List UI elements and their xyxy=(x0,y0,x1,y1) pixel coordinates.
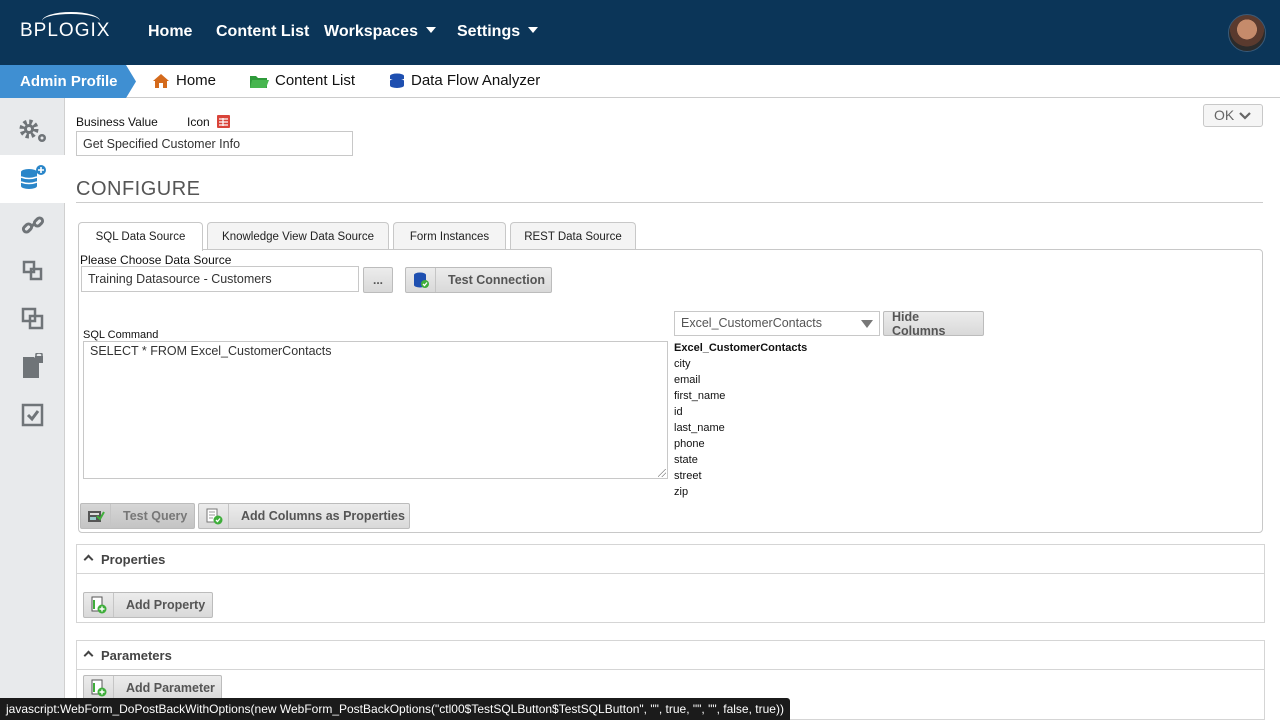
nav-settings[interactable]: Settings xyxy=(457,23,539,41)
sql-command-text: SELECT * FROM Excel_CustomerContacts xyxy=(90,344,332,358)
parameters-header[interactable]: Parameters xyxy=(77,641,1264,670)
nav-settings-label: Settings xyxy=(457,23,521,40)
database-check-icon xyxy=(406,268,436,292)
page-title: CONFIGURE xyxy=(76,178,201,200)
link-icon xyxy=(21,216,44,234)
subnav-content-list-label: Content List xyxy=(275,72,356,89)
tab-rest-data-source[interactable]: REST Data Source xyxy=(510,222,636,250)
bplogix-logo[interactable]: BPLOGIX xyxy=(20,12,110,42)
tab-sql-data-source[interactable]: SQL Data Source xyxy=(78,222,203,251)
admin-profile-tab[interactable]: Admin Profile xyxy=(0,65,136,98)
rail-locked-files[interactable] xyxy=(0,343,65,391)
database-icon xyxy=(390,73,404,88)
hide-columns-button[interactable]: Hide Columns xyxy=(883,310,984,338)
nav-content-list[interactable]: Content List xyxy=(216,23,309,41)
rail-checklist[interactable] xyxy=(0,391,65,439)
left-rail xyxy=(0,98,66,720)
section-divider xyxy=(76,202,1263,203)
home-icon xyxy=(153,73,169,88)
test-query-label: Test Query xyxy=(123,509,188,523)
column-list: Excel_CustomerContacts city email first_… xyxy=(674,340,807,500)
test-connection-label: Test Connection xyxy=(448,273,545,287)
column-item: state xyxy=(674,454,698,466)
database-add-icon xyxy=(20,165,46,189)
properties-title: Properties xyxy=(101,551,166,567)
test-query-button[interactable]: Test Query xyxy=(80,503,195,529)
sql-command-label: SQL Command xyxy=(83,329,159,341)
subnav-content-list[interactable]: Content List xyxy=(249,72,355,89)
table-select-value: Excel_CustomerContacts xyxy=(681,316,823,330)
business-value-label: Business Value xyxy=(76,115,158,129)
chevron-down-icon xyxy=(1239,112,1251,120)
properties-section: Properties xyxy=(76,544,1265,623)
rail-links[interactable] xyxy=(0,201,65,249)
chevron-down-icon xyxy=(425,27,436,33)
chevron-up-icon xyxy=(83,554,94,565)
column-item: city xyxy=(674,358,691,370)
logo-arc xyxy=(42,12,100,30)
browser-status-bar: javascript:WebForm_DoPostBackWithOptions… xyxy=(0,698,790,720)
column-item: email xyxy=(674,374,701,386)
add-property-label: Add Property xyxy=(126,598,206,612)
top-navbar: BPLOGIX Home Content List Workspaces Set… xyxy=(0,0,1280,65)
column-item: id xyxy=(674,406,683,418)
query-run-icon xyxy=(81,504,111,528)
add-columns-label: Add Columns as Properties xyxy=(241,509,405,523)
column-list-table-name: Excel_CustomerContacts xyxy=(674,342,808,354)
tab-form-instances[interactable]: Form Instances xyxy=(393,222,506,250)
gear-icon xyxy=(19,119,46,142)
nav-workspaces[interactable]: Workspaces xyxy=(324,23,436,41)
subnav-home[interactable]: Home xyxy=(152,72,216,89)
folder-icon xyxy=(250,75,269,88)
rail-stack[interactable] xyxy=(0,247,65,295)
nav-home[interactable]: Home xyxy=(148,23,192,41)
chevron-up-icon xyxy=(83,650,94,661)
tab-knowledge-view-data-source[interactable]: Knowledge View Data Source xyxy=(207,222,389,250)
add-columns-as-properties-button[interactable]: Add Columns as Properties xyxy=(198,503,410,529)
ok-label: OK xyxy=(1214,107,1235,123)
properties-header[interactable]: Properties xyxy=(77,545,1264,574)
subnav-home-label: Home xyxy=(176,72,217,89)
chevron-down-icon xyxy=(528,27,539,33)
browse-data-source-button[interactable]: ... xyxy=(363,267,393,293)
icon-label: Icon xyxy=(187,115,210,129)
stack-icon xyxy=(22,260,42,281)
column-item: phone xyxy=(674,438,705,450)
add-property-button[interactable]: Add Property xyxy=(83,592,213,618)
data-source-input[interactable]: Training Datasource - Customers xyxy=(81,266,359,292)
column-item: first_name xyxy=(674,390,726,402)
subnav-data-flow-analyzer[interactable]: Data Flow Analyzer xyxy=(389,72,540,89)
rail-copy[interactable] xyxy=(0,295,65,343)
resize-grip-icon[interactable] xyxy=(658,469,666,477)
sql-command-textarea[interactable]: SELECT * FROM Excel_CustomerContacts xyxy=(83,341,668,479)
add-property-icon xyxy=(84,593,114,617)
subnav-data-flow-analyzer-label: Data Flow Analyzer xyxy=(411,72,541,89)
rail-data-sources[interactable] xyxy=(0,155,66,203)
choose-data-source-label: Please Choose Data Source xyxy=(80,253,232,267)
user-avatar[interactable] xyxy=(1228,14,1266,52)
checklist-icon xyxy=(21,403,43,427)
copy-icon xyxy=(21,307,43,330)
table-icon[interactable] xyxy=(217,115,230,128)
business-value-input[interactable]: Get Specified Customer Info xyxy=(76,131,353,156)
column-item: street xyxy=(674,470,702,482)
locked-file-icon xyxy=(22,353,43,378)
table-select[interactable]: Excel_CustomerContacts xyxy=(674,311,880,336)
add-parameter-icon xyxy=(84,676,114,700)
rail-settings[interactable] xyxy=(0,107,65,155)
nav-workspaces-label: Workspaces xyxy=(324,23,418,40)
dropdown-arrow-icon xyxy=(861,320,873,328)
add-columns-icon xyxy=(199,504,229,528)
test-connection-button[interactable]: Test Connection xyxy=(405,267,552,293)
add-parameter-label: Add Parameter xyxy=(126,681,215,695)
secondary-navbar: Admin Profile Home Content List Data Flo… xyxy=(0,65,1280,98)
parameters-title: Parameters xyxy=(101,647,172,663)
column-item: zip xyxy=(674,486,689,498)
ok-dropdown-button[interactable]: OK xyxy=(1203,104,1263,127)
column-item: last_name xyxy=(674,422,725,434)
